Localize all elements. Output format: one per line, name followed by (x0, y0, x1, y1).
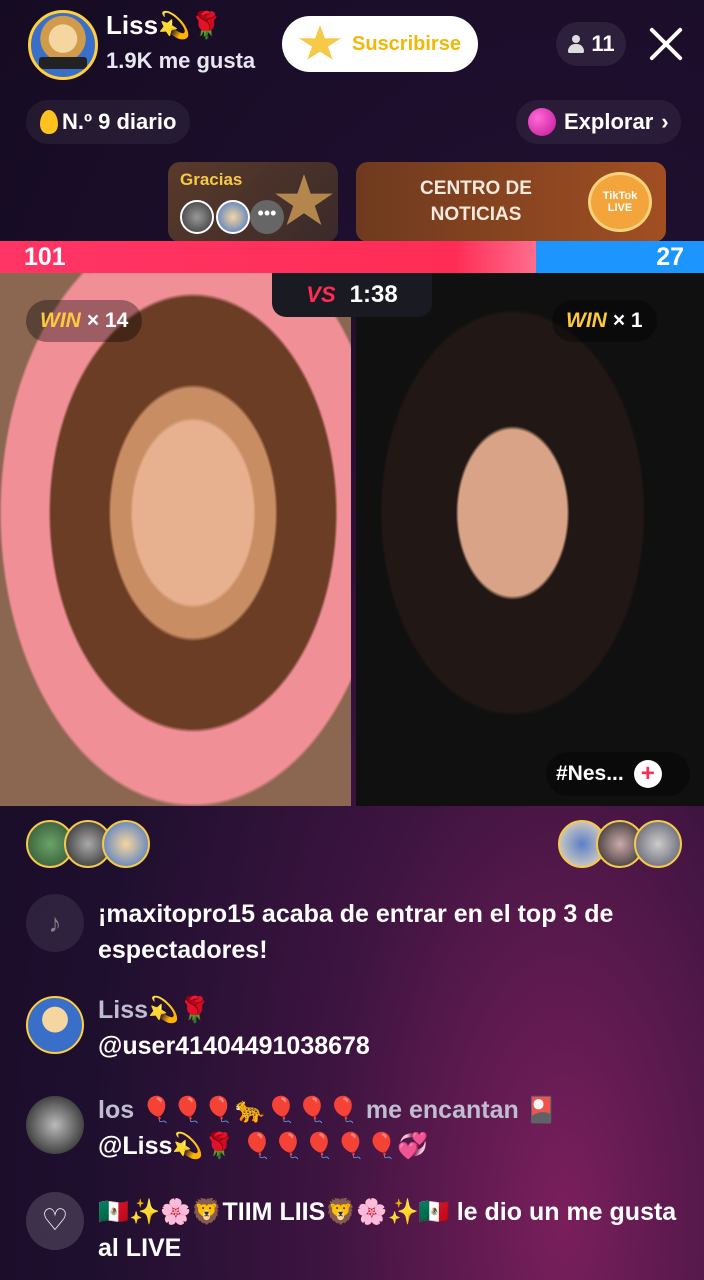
viewer-count-button[interactable]: 11 (556, 22, 626, 66)
subscribe-label: Suscribirse (352, 32, 461, 55)
video-right[interactable] (356, 273, 704, 806)
avatar (216, 200, 250, 234)
chat-text: @user41404491038678 (98, 1032, 370, 1060)
chat-system-message: ¡maxitopro15 acaba de entrar en el top 3… (98, 900, 614, 964)
daily-rank-label: N.º 9 diario (62, 109, 177, 134)
viewer-count: 11 (591, 31, 615, 56)
chevron-right-icon: › (661, 109, 669, 134)
host-avatar[interactable] (28, 10, 98, 80)
score-right: 27 (656, 243, 684, 271)
win-count: × 1 (612, 309, 643, 332)
chat-text: @Liss💫🌹 🎈🎈🎈🎈🎈💞 (98, 1132, 429, 1160)
chat-message: los 🎈🎈🎈🐆🎈🎈🎈 me encantan 🎴 @Liss💫🌹 🎈🎈🎈🎈🎈💞 (98, 1092, 688, 1164)
opponent-tag[interactable]: #Nes... + (546, 752, 690, 796)
star-icon (298, 25, 342, 60)
news-center-card[interactable]: CENTRO DE NOTICIAS TikTok LIVE (356, 162, 666, 242)
opponent-tag-label: #Nes... (556, 762, 624, 785)
plus-icon[interactable]: + (633, 760, 662, 788)
win-streak-left: WIN × 14 (26, 300, 143, 342)
win-count: × 14 (86, 309, 129, 332)
timer-value: 1:38 (349, 281, 398, 308)
chat-message: Liss💫🌹 @user41404491038678 (98, 992, 688, 1064)
thanks-label: Gracias (180, 170, 243, 189)
score-bar-left (0, 241, 536, 273)
host-likes-count: 1.9K me gusta (106, 48, 256, 73)
chat-username[interactable]: Liss💫🌹 (98, 992, 688, 1028)
tiktok-icon: ♪ (26, 894, 84, 952)
subscribe-button[interactable]: Suscribirse (282, 16, 478, 72)
video-left[interactable] (0, 273, 351, 806)
avatar[interactable] (26, 996, 84, 1054)
vs-icon: VS (306, 282, 336, 307)
daily-rank-pill[interactable]: N.º 9 diario (26, 100, 191, 144)
person-icon (567, 35, 585, 53)
fire-icon (40, 110, 58, 134)
explore-button[interactable]: Explorar › (516, 100, 681, 144)
thanks-card[interactable]: Gracias ••• (168, 162, 338, 242)
chat-like-event: 🇲🇽✨🌸🦁TIIM LIIS🦁🌸✨🇲🇽 le dio un me gusta a… (98, 1198, 677, 1262)
win-label: WIN (566, 309, 607, 332)
explore-label: Explorar (564, 109, 654, 134)
news-center-title: CENTRO DE NOTICIAS (420, 178, 532, 225)
win-streak-right: WIN × 1 (552, 300, 657, 342)
tiktok-live-logo: TikTok LIVE (588, 172, 652, 232)
supporter-avatar[interactable] (634, 820, 682, 868)
planet-icon (528, 108, 556, 136)
battle-timer: VS 1:38 (272, 273, 432, 317)
chat-username[interactable]: los 🎈🎈🎈🐆🎈🎈🎈 me encantan 🎴 (98, 1092, 688, 1128)
supporter-avatar[interactable] (102, 820, 150, 868)
heart-icon: ♡ (26, 1192, 84, 1250)
more-icon: ••• (250, 200, 284, 234)
win-label: WIN (40, 309, 81, 332)
avatar[interactable] (26, 1096, 84, 1154)
score-left: 101 (24, 243, 66, 271)
avatar (180, 200, 214, 234)
close-icon[interactable] (646, 24, 686, 64)
host-name[interactable]: Liss💫🌹 (106, 10, 223, 41)
